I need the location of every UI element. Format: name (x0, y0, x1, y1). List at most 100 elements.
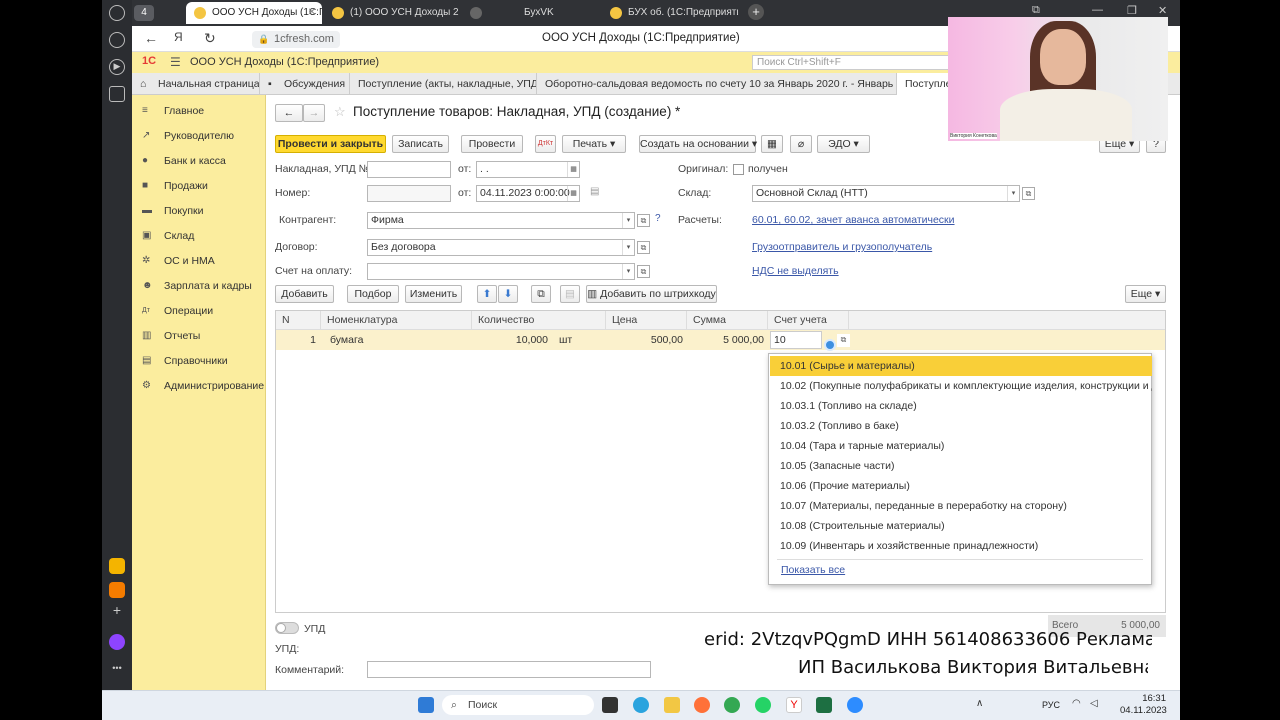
invoice-number-input[interactable] (367, 161, 451, 178)
dropdown-option[interactable]: 10.01 (Сырье и материалы) (770, 356, 1152, 376)
tab-receipts[interactable]: Поступление (акты, накладные, УПД) (350, 73, 537, 95)
price-cell[interactable]: 500,00 (606, 330, 683, 350)
column-header[interactable]: N (276, 311, 321, 330)
new-tab-button[interactable]: + (748, 4, 764, 20)
browser-tab[interactable]: ООО УСН Доходы (1С:П ✕ (186, 2, 322, 24)
menu-icon[interactable]: ☰ (170, 55, 181, 69)
maximize-icon[interactable]: ❐ (1127, 4, 1137, 17)
section-salary[interactable]: ☻ Зарплата и кадры (142, 278, 252, 294)
open-icon[interactable]: ⧉ (1022, 187, 1035, 200)
section-bank[interactable]: ● Банк и касса (142, 153, 226, 169)
firefox-icon[interactable] (694, 697, 710, 713)
upd-toggle[interactable] (275, 622, 299, 634)
post-close-button[interactable]: Провести и закрыть (275, 135, 386, 153)
chevron-down-icon[interactable]: ▾ (1007, 186, 1019, 201)
add-button[interactable]: Добавить (275, 285, 334, 303)
url-field[interactable]: 🔒 1cfresh.com (252, 31, 340, 48)
print-button[interactable]: Печать ▾ (562, 135, 626, 153)
show-all-link[interactable]: Показать все (781, 564, 845, 576)
section-operations[interactable]: Дт Операции (142, 303, 213, 319)
structure-icon[interactable]: ▦ (761, 135, 783, 153)
pick-button[interactable]: Подбор (347, 285, 399, 303)
comment-input[interactable] (367, 661, 651, 678)
back-icon[interactable]: ← (144, 30, 158, 46)
date-input[interactable]: 04.11.2023 0:00:00 ▦ (476, 185, 580, 202)
back-button[interactable]: ← (275, 104, 303, 122)
taskview-icon[interactable] (602, 697, 618, 713)
calendar-icon[interactable]: ▦ (567, 162, 579, 177)
tab-osv[interactable]: Оборотно-сальдовая ведомость по счету 10… (537, 73, 897, 95)
volume-icon[interactable]: ◁ (1090, 698, 1098, 709)
open-icon[interactable]: ⧉ (837, 334, 850, 347)
minimize-icon[interactable]: — (1092, 4, 1103, 16)
counterparty-input[interactable]: Фирма ▾ (367, 212, 635, 229)
table-more-button[interactable]: Еще ▾ (1125, 285, 1166, 303)
windows-start-icon[interactable] (418, 697, 434, 713)
dropdown-option[interactable]: 10.02 (Покупные полуфабрикаты и комплект… (770, 376, 1152, 396)
dropdown-option[interactable]: 10.04 (Тара и тарные материалы) (770, 436, 1152, 456)
open-icon[interactable]: ⧉ (637, 214, 650, 227)
section-director[interactable]: ↗ Руководителю (142, 128, 234, 144)
edo-button[interactable]: ЭДО ▾ (817, 135, 870, 153)
taskbar-search[interactable]: ⌕ Поиск (442, 695, 594, 715)
tab-discussions[interactable]: ▪ Обсуждения (260, 73, 350, 95)
tab-counter[interactable]: 4 (134, 5, 154, 21)
app-icon[interactable] (109, 558, 125, 574)
column-header[interactable]: Номенклатура (321, 311, 472, 330)
column-header[interactable]: Сумма (687, 311, 768, 330)
dt-kt-button[interactable]: ДтКт (535, 135, 556, 153)
section-sales[interactable]: ■ Продажи (142, 178, 208, 194)
avatar-icon[interactable] (109, 5, 125, 21)
chevron-down-icon[interactable]: ▾ (622, 240, 634, 255)
column-header[interactable]: Количество (472, 311, 606, 330)
telegram-icon[interactable] (633, 697, 649, 713)
edit-button[interactable]: Изменить (405, 285, 462, 303)
section-reports[interactable]: ▥ Отчеты (142, 328, 200, 344)
section-admin[interactable]: ⚙ Администрирование (142, 378, 264, 394)
star-icon[interactable]: ☆ (334, 104, 346, 120)
unit-cell[interactable]: шт (559, 330, 589, 350)
dropdown-option[interactable]: 10.09 (Инвентарь и хозяйственные принадл… (770, 536, 1152, 556)
create-based-button[interactable]: Создать на основании ▾ (639, 135, 757, 153)
app-icon[interactable] (109, 582, 125, 598)
account-input[interactable]: 10 (770, 331, 822, 349)
section-purchases[interactable]: ▬ Покупки (142, 203, 204, 219)
clock[interactable]: 16:31 04.11.2023 (1120, 693, 1167, 717)
section-catalogs[interactable]: ▤ Справочники (142, 353, 228, 369)
sum-cell[interactable]: 5 000,00 (687, 330, 764, 350)
clock-icon[interactable] (109, 32, 125, 48)
open-icon[interactable]: ⧉ (637, 265, 650, 278)
barcode-button[interactable]: ▥ Добавить по штрихкоду (586, 285, 717, 303)
tab-home[interactable]: ⌂ Начальная страница (132, 73, 260, 95)
warehouse-input[interactable]: Основной Склад (НТТ) ▾ (752, 185, 1020, 202)
chevron-down-icon[interactable]: ▾ (622, 213, 634, 228)
copy-icon[interactable]: ⧉ (531, 285, 551, 303)
browser-tab[interactable]: (1) ООО УСН Доходы 2 (1( (324, 2, 460, 24)
excel-icon[interactable] (816, 697, 832, 713)
save-button[interactable]: Записать (392, 135, 449, 153)
whatsapp-icon[interactable] (755, 697, 771, 713)
settlements-link[interactable]: 60.01, 60.02, зачет аванса автоматически (752, 214, 955, 226)
snap-icon[interactable]: ⧉ (1032, 4, 1040, 17)
add-icon[interactable]: + (109, 603, 125, 620)
global-search-input[interactable]: Поиск Ctrl+Shift+F (752, 55, 952, 70)
language-indicator[interactable]: РУС (1042, 700, 1060, 710)
calendar-icon[interactable]: ▦ (567, 186, 579, 201)
number-input[interactable] (367, 185, 451, 202)
zoom-icon[interactable] (847, 697, 863, 713)
play-icon[interactable]: ▶ (109, 59, 125, 75)
browser-tab[interactable]: БУХ об. (1С:Предприятие (602, 2, 738, 24)
contract-input[interactable]: Без договора ▾ (367, 239, 635, 256)
chrome-icon[interactable] (724, 697, 740, 713)
tray-chevron-icon[interactable]: ∧ (976, 698, 983, 709)
reload-icon[interactable]: ↻ (204, 30, 216, 47)
payment-input[interactable]: ▾ (367, 263, 635, 280)
grid-icon[interactable]: ▤ (590, 186, 599, 197)
move-up-icon[interactable]: ⬆ (477, 285, 497, 303)
qty-cell[interactable]: 10,000 (476, 330, 548, 350)
help-icon[interactable]: ? (655, 213, 661, 224)
dropdown-option[interactable]: 10.07 (Материалы, переданные в переработ… (770, 496, 1152, 516)
close-window-icon[interactable]: ✕ (1158, 4, 1167, 17)
vat-link[interactable]: НДС не выделять (752, 265, 839, 277)
attach-icon[interactable]: ⌀ (790, 135, 812, 153)
